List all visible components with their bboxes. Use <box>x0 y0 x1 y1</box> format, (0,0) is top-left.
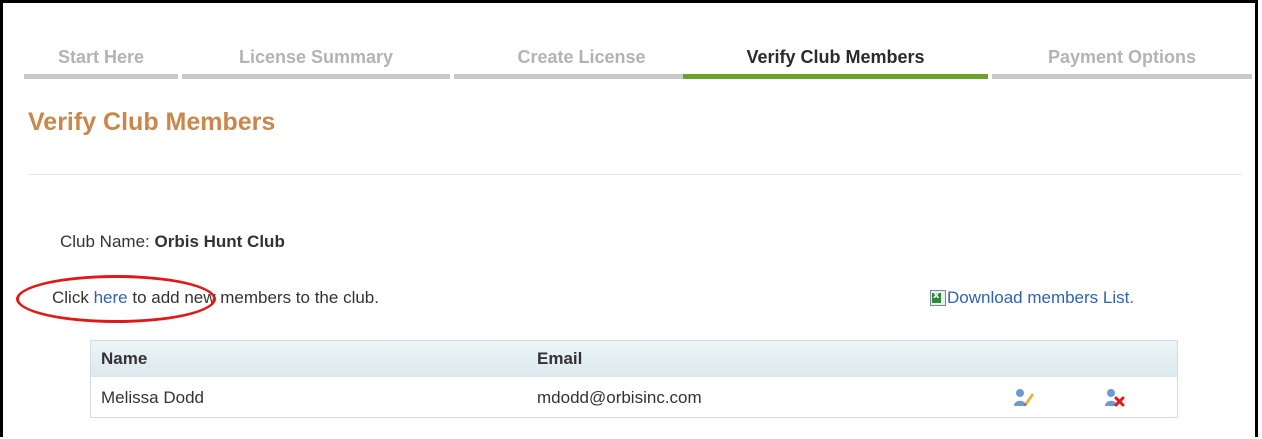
column-header-email: Email <box>537 349 583 368</box>
annotation-ellipse <box>16 275 216 323</box>
step-start-here[interactable]: Start Here <box>24 44 178 79</box>
divider <box>28 174 1242 175</box>
table-header: Name Email <box>91 341 1177 377</box>
download-members-link[interactable]: Download members List. <box>930 288 1134 308</box>
excel-file-icon <box>930 290 946 306</box>
member-name: Melissa Dodd <box>101 388 204 407</box>
download-members-label[interactable]: Download members List. <box>947 288 1134 308</box>
step-payment-options[interactable]: Payment Options <box>992 44 1252 79</box>
club-name-label: Club Name: <box>60 232 150 251</box>
club-name-value: Orbis Hunt Club <box>154 232 285 251</box>
member-email: mdodd@orbisinc.com <box>537 388 702 407</box>
table-row: Melissa Dodd mdodd@orbisinc.com <box>91 377 1177 417</box>
page-title: Verify Club Members <box>28 108 276 136</box>
step-verify-club-members[interactable]: Verify Club Members <box>683 44 988 79</box>
step-license-summary[interactable]: License Summary <box>182 44 450 79</box>
members-table: Name Email Melissa Dodd mdodd@orbisinc.c… <box>90 340 1178 418</box>
delete-user-icon[interactable] <box>1103 387 1125 407</box>
edit-user-icon[interactable] <box>1013 387 1035 407</box>
club-name-row: Club Name: Orbis Hunt Club <box>60 232 285 252</box>
step-create-license[interactable]: Create License <box>454 44 709 79</box>
column-header-name: Name <box>101 349 148 368</box>
